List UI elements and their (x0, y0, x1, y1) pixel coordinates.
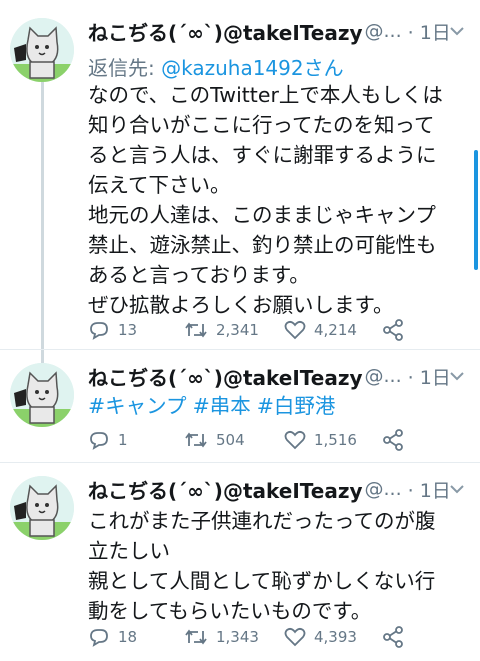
share-icon (383, 319, 403, 341)
like-button[interactable]: 1,516 (284, 427, 357, 453)
like-count: 4,214 (314, 321, 357, 339)
reply-icon (90, 629, 108, 647)
retweet-button[interactable]: 504 (184, 427, 245, 453)
hashtag-link[interactable]: #串本 (193, 394, 251, 418)
timestamp[interactable]: · 1日 (408, 476, 451, 503)
cat-avatar-icon (10, 476, 74, 540)
tweet-actions: 1 504 1,516 (88, 427, 418, 453)
reply-count: 1 (118, 431, 128, 449)
cat-avatar-icon (10, 18, 74, 82)
reply-mention-link[interactable]: @kazuha1492さん (161, 56, 344, 80)
share-icon (383, 626, 403, 648)
cat-avatar-icon (10, 363, 74, 427)
reply-label: 返信先: (88, 56, 162, 80)
avatar[interactable] (10, 18, 74, 82)
retweet-count: 1,343 (216, 628, 259, 646)
display-name[interactable]: ねこぢる(´∞`)@takeITeazy (88, 17, 363, 46)
share-button[interactable] (382, 427, 412, 453)
tweet-3[interactable]: ねこぢる(´∞`)@takeITeazy @... · 1日 これがまた子供連れ… (0, 474, 480, 654)
tweet-text: なので、このTwitter上で本人もしくは 知り合いがここに行ってたのを知って … (88, 83, 443, 317)
like-button[interactable]: 4,214 (284, 317, 357, 343)
chevron-down-icon[interactable] (448, 480, 466, 502)
reply-count: 13 (118, 321, 138, 339)
like-icon (284, 320, 306, 340)
timestamp[interactable]: · 1日 (408, 363, 451, 390)
hashtag-link[interactable]: #白野港 (257, 394, 336, 418)
user-handle[interactable]: @... (365, 478, 402, 500)
like-icon (284, 430, 306, 450)
user-handle[interactable]: @... (365, 365, 402, 387)
like-count: 1,516 (314, 431, 357, 449)
reply-count: 18 (118, 628, 138, 646)
tweet-divider (0, 462, 480, 463)
tweet-actions: 13 2,341 4,214 (88, 317, 418, 343)
share-button[interactable] (382, 624, 412, 650)
timestamp[interactable]: · 1日 (408, 18, 451, 45)
tweet-2[interactable]: ねこぢる(´∞`)@takeITeazy @... · 1日 #キャンプ #串本 #… (0, 361, 480, 461)
reply-icon (90, 432, 108, 450)
tweet-divider (0, 349, 480, 350)
retweet-button[interactable]: 2,341 (184, 317, 259, 343)
reply-icon (90, 322, 108, 340)
retweet-icon (185, 629, 207, 645)
hashtag-row: #キャンプ #串本 #白野港 (88, 391, 341, 421)
tweet-1[interactable]: ねこぢる(´∞`)@takeITeazy @... · 1日 返信先: @kaz… (0, 16, 480, 346)
chevron-down-icon[interactable] (448, 22, 466, 44)
tweet-text: これがまた子供連れだったってのが腹 立たしい 親として人間として恥ずかしくない行… (88, 509, 436, 623)
share-button[interactable] (382, 317, 412, 343)
retweet-count: 2,341 (216, 321, 259, 339)
user-handle[interactable]: @... (365, 20, 402, 42)
retweet-count: 504 (216, 431, 245, 449)
share-icon (383, 429, 403, 451)
retweet-icon (185, 432, 207, 448)
chevron-down-icon[interactable] (448, 367, 466, 389)
reply-button[interactable]: 13 (88, 317, 137, 343)
hashtag-link[interactable]: #キャンプ (88, 394, 187, 418)
reply-button[interactable]: 18 (88, 624, 137, 650)
display-name[interactable]: ねこぢる(´∞`)@takeITeazy (88, 362, 363, 391)
retweet-button[interactable]: 1,343 (184, 624, 259, 650)
like-icon (284, 627, 306, 647)
scrollbar[interactable] (474, 150, 478, 270)
reply-button[interactable]: 1 (88, 427, 128, 453)
reply-context: 返信先: @kazuha1492さん (88, 52, 344, 81)
avatar[interactable] (10, 476, 74, 540)
display-name[interactable]: ねこぢる(´∞`)@takeITeazy (88, 475, 363, 504)
like-count: 4,393 (314, 628, 357, 646)
retweet-icon (185, 322, 207, 338)
like-button[interactable]: 4,393 (284, 624, 357, 650)
tweet-actions: 18 1,343 4,393 (88, 624, 418, 650)
avatar[interactable] (10, 363, 74, 427)
